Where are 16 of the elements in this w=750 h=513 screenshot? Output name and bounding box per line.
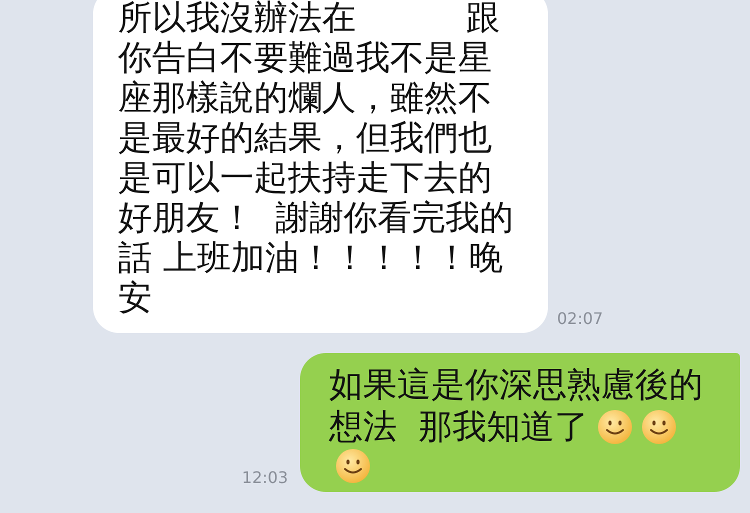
message-text: 座那樣說的爛人，雖然不 (118, 78, 492, 118)
smile-emoji-icon (596, 409, 633, 445)
message-text: 安 (118, 278, 152, 318)
smile-emoji-icon (640, 409, 677, 445)
message-time: 02:07 (557, 308, 604, 330)
smile-emoji-icon (335, 448, 371, 484)
message-time: 12:03 (242, 467, 288, 489)
message-text: 所以我沒辦法在 (118, 0, 356, 38)
message-text: 你告白不要難過我不是星 (118, 38, 492, 78)
message-text: 好朋友！ 謝謝你看完我的 (118, 198, 514, 238)
message-text: 話 上班加油！！！！！晚 (118, 238, 503, 278)
message-text: 如果這是你深思熟慮後的 (329, 364, 703, 406)
message-text: 想法 那我知道了 (329, 406, 589, 448)
message-text: 跟 (466, 0, 500, 38)
message-text: 是可以一起扶持走下去的 (118, 158, 492, 198)
message-text: 是最好的結果，但我們也 (118, 118, 492, 158)
